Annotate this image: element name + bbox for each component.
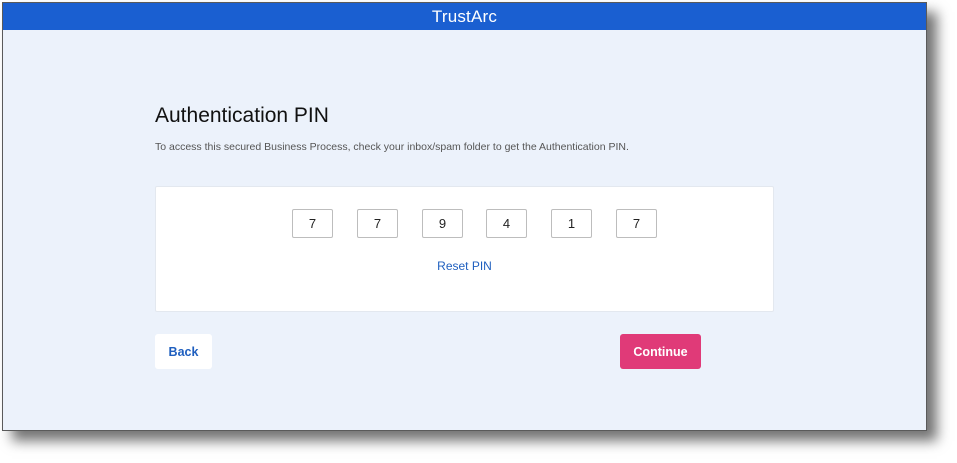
- pin-digit-6-input[interactable]: [616, 209, 657, 238]
- continue-button[interactable]: Continue: [620, 334, 701, 369]
- pin-card: Reset PIN: [155, 186, 774, 312]
- pin-digit-1-input[interactable]: [292, 209, 333, 238]
- reset-pin-link[interactable]: Reset PIN: [156, 259, 773, 273]
- page-description: To access this secured Business Process,…: [155, 141, 629, 153]
- pin-digit-5-input[interactable]: [551, 209, 592, 238]
- app-window: TrustArc Authentication PIN To access th…: [2, 2, 927, 431]
- page-title: Authentication PIN: [155, 104, 329, 127]
- pin-digit-4-input[interactable]: [486, 209, 527, 238]
- pin-digit-3-input[interactable]: [422, 209, 463, 238]
- back-button[interactable]: Back: [155, 334, 212, 369]
- pin-digit-2-input[interactable]: [357, 209, 398, 238]
- top-bar: TrustArc: [3, 3, 926, 30]
- brand-logo: TrustArc: [431, 6, 498, 26]
- pin-input-row: [292, 209, 660, 240]
